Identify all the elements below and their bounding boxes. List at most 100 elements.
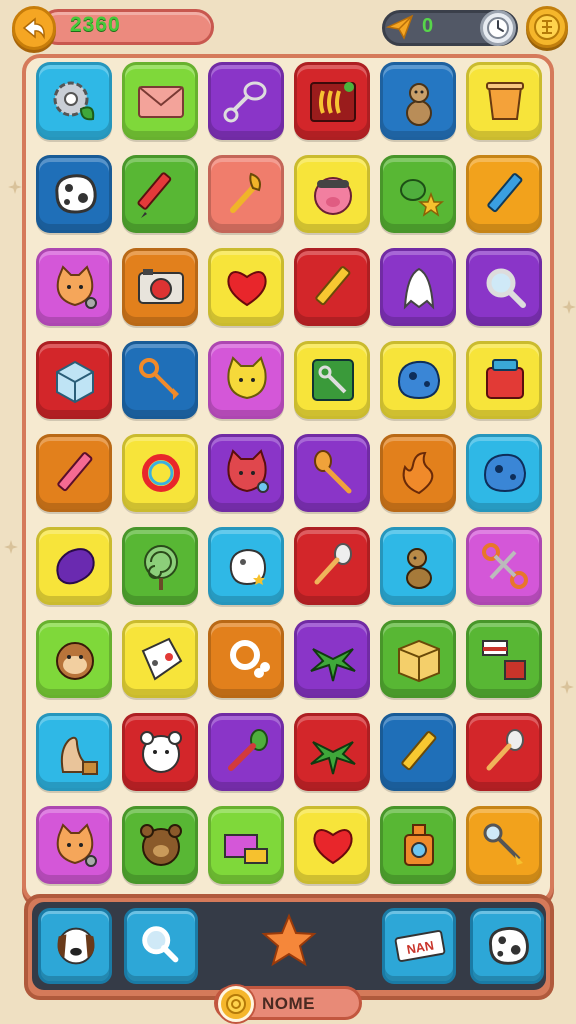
blue-rock-icon	[397, 360, 441, 400]
cat-face-red-icon	[227, 449, 269, 493]
timer-button[interactable]	[480, 10, 516, 46]
flame-icon	[402, 451, 434, 495]
tile-pig-face[interactable]	[294, 155, 370, 233]
pencil-red-icon	[137, 172, 172, 218]
tile-wrench-box[interactable]	[294, 341, 370, 419]
key-icon	[139, 358, 179, 400]
tile-plant[interactable]	[294, 713, 370, 791]
tile-eggplant[interactable]	[36, 527, 112, 605]
tray-slot-magnifier-bone[interactable]	[124, 908, 198, 984]
tile-cake-bricks[interactable]	[466, 620, 542, 698]
tile-bear-face-white[interactable]	[122, 713, 198, 791]
tile-cat-face[interactable]	[36, 248, 112, 326]
star-icon[interactable]	[260, 912, 318, 970]
tile-bone-ring[interactable]	[208, 620, 284, 698]
tile-dog[interactable]	[380, 527, 456, 605]
tile-racket[interactable]	[208, 62, 284, 140]
racket-icon	[223, 81, 267, 123]
tile-lollipop[interactable]	[122, 527, 198, 605]
tile-honey-dipper[interactable]	[294, 527, 370, 605]
bag-icon	[486, 359, 524, 399]
tile-cat-face[interactable]	[36, 806, 112, 884]
tile-pencil-blue[interactable]	[466, 155, 542, 233]
camera-icon	[138, 269, 184, 304]
tile-egg[interactable]	[208, 527, 284, 605]
pencil-yellow-icon	[315, 266, 351, 306]
coin-icon	[226, 994, 246, 1014]
heart-icon	[227, 271, 267, 307]
tile-brush[interactable]	[208, 713, 284, 791]
tile-heart[interactable]	[294, 806, 370, 884]
background-star	[560, 680, 574, 694]
paper-plane-icon	[386, 14, 414, 40]
tile-pepper-star[interactable]	[380, 155, 456, 233]
bone-ring-icon	[230, 640, 270, 678]
tile-pencil-yellow[interactable]	[380, 713, 456, 791]
tray-slot-name-tag[interactable]: NAN	[382, 908, 456, 984]
tile-cat-face-red[interactable]	[208, 434, 284, 512]
cat-face-yellow-icon	[227, 356, 267, 400]
tile-cat-face-yellow[interactable]	[208, 341, 284, 419]
tile-ghost[interactable]	[380, 248, 456, 326]
tile-key[interactable]	[122, 341, 198, 419]
cake-bricks-icon	[482, 640, 526, 680]
back-arrow-icon	[22, 17, 45, 40]
tile-scissors[interactable]	[466, 527, 542, 605]
score-value: 2360	[70, 13, 121, 36]
tile-wrench[interactable]	[208, 155, 284, 233]
lollipop-icon	[144, 545, 178, 590]
tray-slot-dog-face[interactable]	[38, 908, 112, 984]
tile-box[interactable]	[380, 620, 456, 698]
wrench-box-icon	[312, 359, 354, 401]
tile-rock[interactable]	[36, 155, 112, 233]
tile-heart[interactable]	[208, 248, 284, 326]
plant-icon	[310, 741, 356, 775]
ghost-icon	[403, 267, 435, 310]
tile-plant[interactable]	[294, 620, 370, 698]
tile-blue-rock[interactable]	[466, 434, 542, 512]
tray-slot-rock[interactable]	[470, 908, 544, 984]
tile-seal[interactable]	[36, 713, 112, 791]
seal-icon	[60, 736, 98, 775]
tile-cup[interactable]	[466, 62, 542, 140]
tile-book[interactable]	[294, 62, 370, 140]
spoon-icon	[314, 450, 352, 494]
cup-icon	[486, 82, 524, 120]
tile-pencil-pink[interactable]	[36, 434, 112, 512]
clock-icon	[487, 17, 509, 39]
tile-camera[interactable]	[122, 248, 198, 326]
tile-gear-leaf[interactable]	[36, 62, 112, 140]
tile-bottle[interactable]	[380, 806, 456, 884]
tile-envelope[interactable]	[122, 62, 198, 140]
back-button[interactable]	[12, 6, 56, 50]
pig-face-icon	[314, 177, 352, 215]
coin-button[interactable]	[526, 6, 568, 48]
tile-gift-box[interactable]	[208, 806, 284, 884]
tile-magnifier[interactable]	[466, 248, 542, 326]
tile-bear-face[interactable]	[122, 806, 198, 884]
ring-icon	[142, 454, 180, 492]
rock-icon	[55, 174, 97, 214]
tile-pencil-yellow[interactable]	[294, 248, 370, 326]
tile-otter[interactable]	[380, 62, 456, 140]
eggplant-icon	[56, 548, 95, 585]
tile-cheese[interactable]	[122, 620, 198, 698]
coin-icon	[534, 14, 560, 40]
tile-key-blue[interactable]	[466, 806, 542, 884]
tile-pencil-red[interactable]	[122, 155, 198, 233]
tile-bag[interactable]	[466, 341, 542, 419]
tile-ring[interactable]	[122, 434, 198, 512]
tile-spoon[interactable]	[294, 434, 370, 512]
cat-face-icon	[56, 265, 97, 309]
tile-monkey-face[interactable]	[36, 620, 112, 698]
book-icon	[310, 82, 356, 122]
tile-ice-cube[interactable]	[36, 341, 112, 419]
scissors-icon	[482, 543, 528, 589]
magnifier-icon	[486, 268, 526, 308]
egg-icon	[229, 548, 267, 586]
tile-honey-dipper[interactable]	[466, 713, 542, 791]
tile-blue-rock[interactable]	[380, 341, 456, 419]
background-star	[8, 180, 22, 194]
heart-icon	[313, 829, 353, 865]
tile-flame[interactable]	[380, 434, 456, 512]
